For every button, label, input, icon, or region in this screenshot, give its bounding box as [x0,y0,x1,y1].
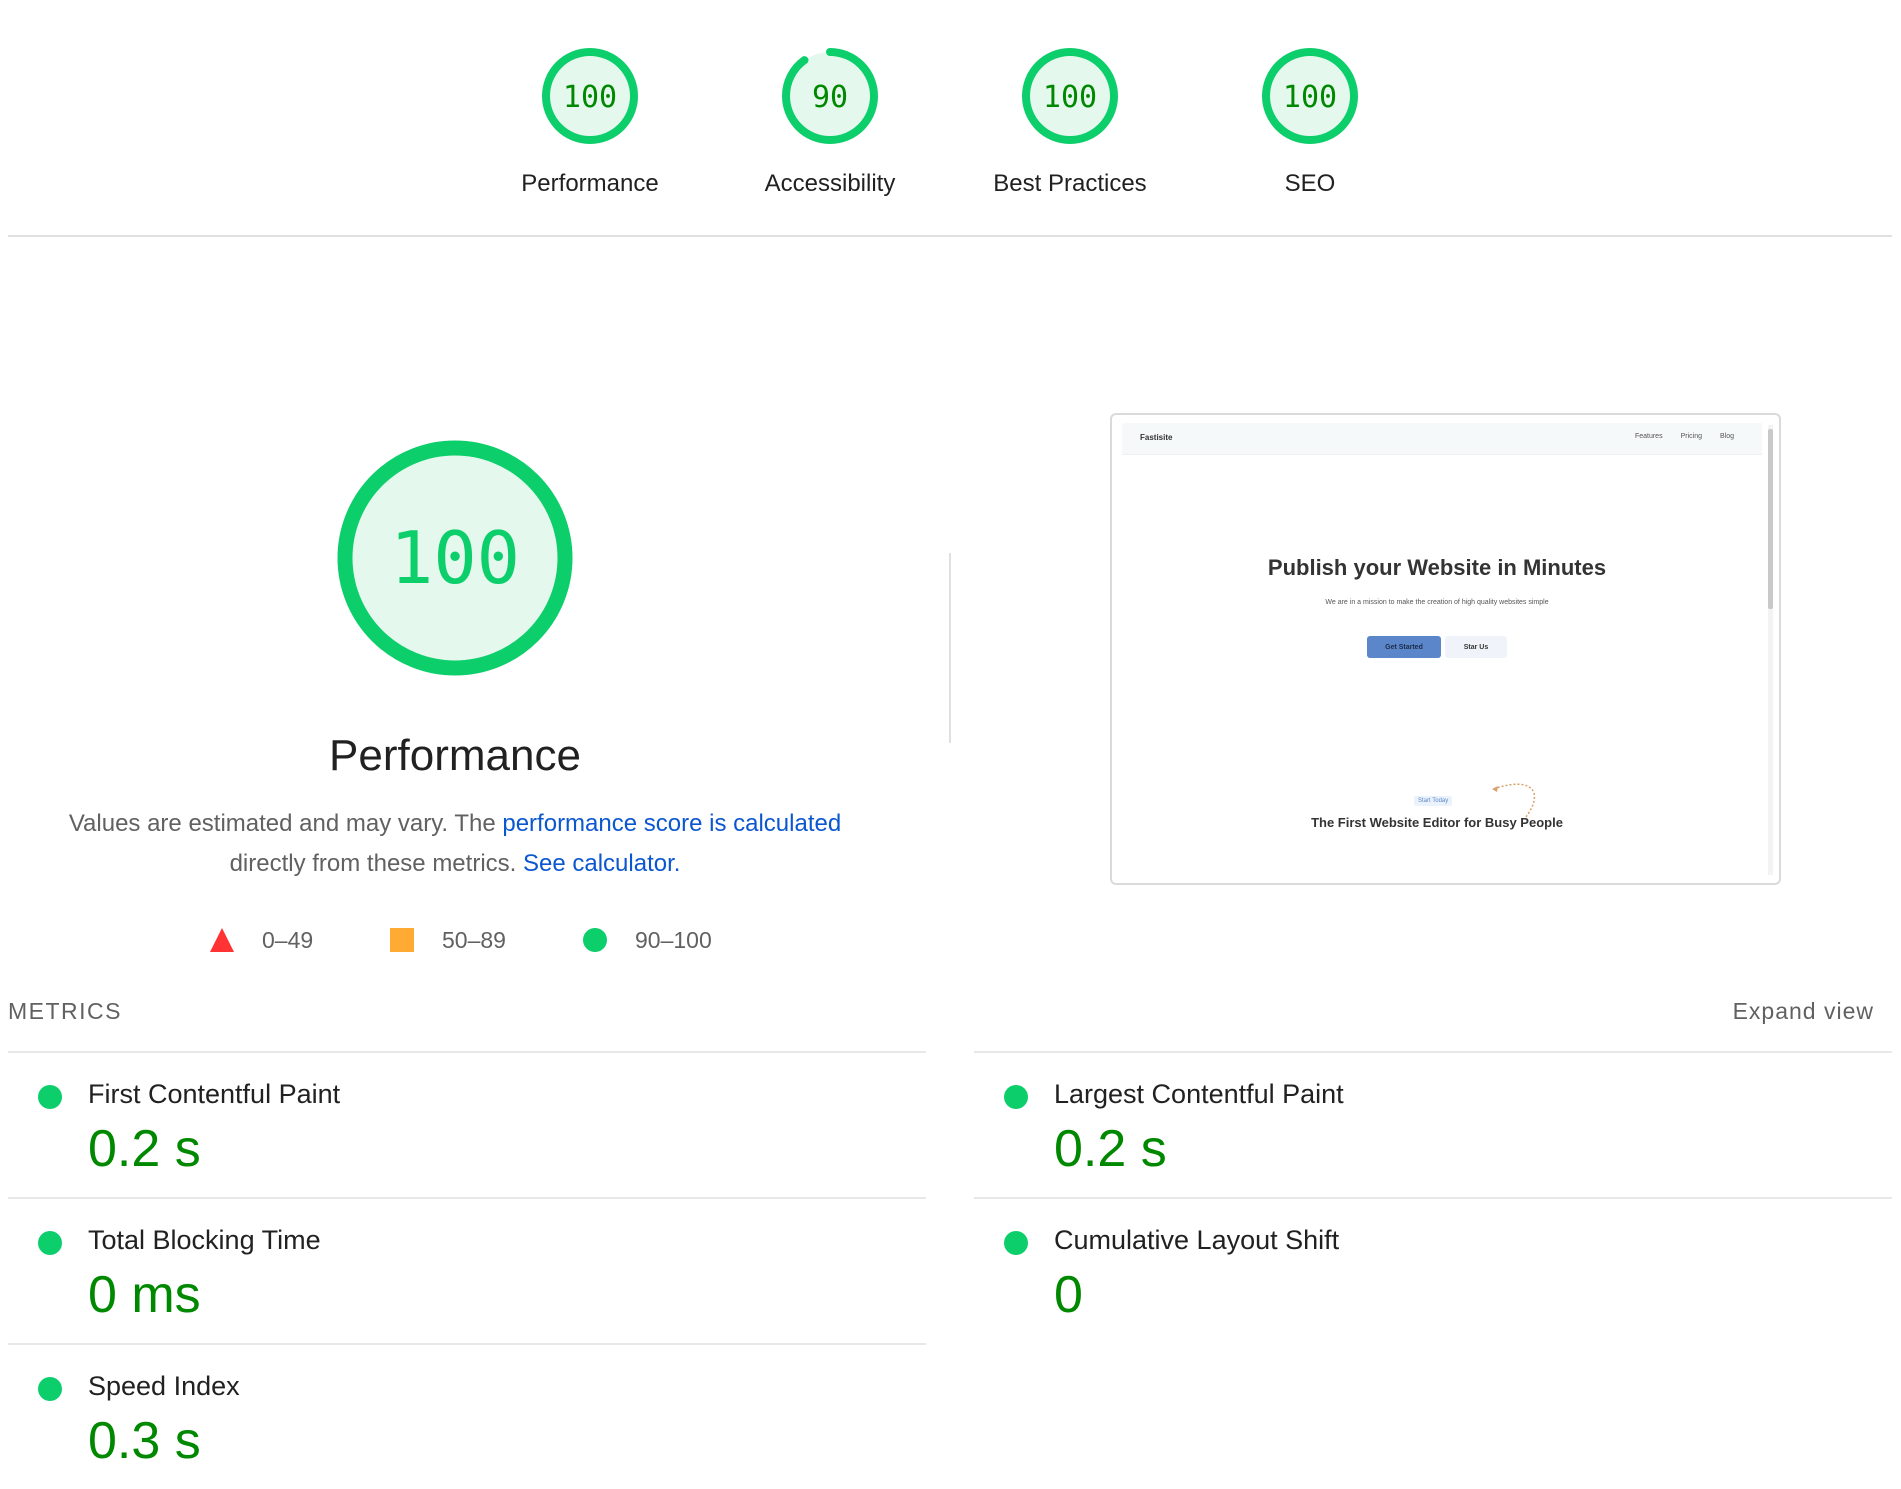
metric-total-blocking-time: Total Blocking Time 0 ms [8,1197,926,1343]
divider [8,235,1892,237]
metric-cumulative-layout-shift: Cumulative Layout Shift 0 [974,1197,1892,1343]
category-gauge-seo[interactable]: 100 SEO [1210,46,1410,198]
legend-range: 0–49 [262,926,314,953]
category-label: Accessibility [764,170,896,197]
score-gauge-icon: 90 [782,48,878,144]
performance-description: Values are estimated and may vary. The p… [55,804,855,884]
final-screenshot[interactable]: Fastisite Features Pricing Blog Publish … [1110,413,1781,885]
legend-item-fail: 0–49 [210,920,313,960]
metrics-column-right: Largest Contentful Paint 0.2 s Cumulativ… [974,1051,1892,1343]
screenshot-badge: Start Today [1414,796,1453,806]
screenshot-subhead: We are in a mission to make the creation… [1325,599,1549,606]
metrics-column-left: First Contentful Paint 0.2 s Total Block… [8,1051,926,1489]
screenshot-brand: Fastisite [1140,433,1173,442]
legend-range: 50–89 [442,926,506,953]
score-calculated-link[interactable]: performance score is calculated [502,810,841,837]
category-gauge-best-practices[interactable]: 100 Best Practices [970,46,1170,198]
category-label: Performance [521,170,659,197]
category-gauge-performance[interactable]: 100 Performance [490,46,690,198]
metric-value: 0.2 s [1054,1120,1167,1178]
score-value: 90 [812,80,848,115]
category-label: Best Practices [993,170,1147,197]
screenshot-nav-link: Pricing [1680,433,1702,440]
average-square-icon [390,928,414,952]
metric-first-contentful-paint: First Contentful Paint 0.2 s [8,1051,926,1197]
metric-speed-index: Speed Index 0.3 s [8,1343,926,1489]
pass-circle-icon [38,1085,62,1109]
metric-name: First Contentful Paint [88,1079,341,1109]
category-label: SEO [1284,170,1336,197]
screenshot-headline: Publish your Website in Minutes [1267,555,1607,580]
metric-value: 0.3 s [88,1412,201,1470]
pass-circle-icon [38,1377,62,1401]
metric-largest-contentful-paint: Largest Contentful Paint 0.2 s [974,1051,1892,1197]
score-value: 100 [1043,80,1097,115]
category-gauge-accessibility[interactable]: 90 Accessibility [730,46,930,198]
performance-title: Performance [329,731,581,780]
pass-circle-icon [1004,1231,1028,1255]
description-text: directly from these metrics. [229,850,523,877]
screenshot-star-us-button: Star Us [1445,636,1507,658]
screenshot-nav-links: Features Pricing Blog [1635,433,1734,440]
category-gauges: 100 Performance 90 Accessibility 100 Bes… [0,0,1901,236]
metric-name: Cumulative Layout Shift [1054,1225,1340,1255]
score-value: 100 [563,80,617,115]
performance-score-value: 100 [390,516,520,600]
expand-view-toggle[interactable]: Expand view [1733,998,1874,1025]
screenshot-nav-link: Blog [1719,433,1734,440]
pass-circle-icon [1004,1085,1028,1109]
screenshot-section-title: The First Website Editor for Busy People [1311,815,1563,830]
score-legend: 0–49 50–89 90–100 [190,920,750,960]
score-gauge-icon: 100 [542,48,638,144]
pass-circle-icon [38,1231,62,1255]
screenshot-nav-link: Features [1634,433,1663,440]
legend-item-pass: 90–100 [583,920,712,960]
screenshot-scrollbar-thumb [1768,429,1773,609]
pass-circle-icon [583,928,607,952]
see-calculator-link[interactable]: See calculator. [523,850,680,877]
screenshot-buttons: Get Started Star Us [1112,636,1762,658]
screenshot-navbar: Fastisite Features Pricing Blog [1122,423,1762,455]
metric-value: 0.2 s [88,1120,201,1178]
score-value: 100 [1283,80,1337,115]
fail-triangle-icon [210,928,234,952]
metric-name: Speed Index [88,1371,240,1401]
metric-name: Total Blocking Time [88,1225,321,1255]
score-gauge-icon: 100 [1262,48,1358,144]
metric-name: Largest Contentful Paint [1054,1079,1344,1109]
description-text: Values are estimated and may vary. The [68,810,503,837]
screenshot-get-started-button: Get Started [1367,636,1441,658]
metric-value: 0 ms [88,1266,201,1324]
legend-item-average: 50–89 [390,920,506,960]
metrics-header: METRICS [8,998,122,1024]
legend-range: 90–100 [635,926,712,953]
metric-value: 0 [1054,1266,1083,1324]
vertical-divider [949,553,951,743]
performance-score-gauge: 100 [337,440,573,676]
score-gauge-icon: 100 [1022,48,1118,144]
